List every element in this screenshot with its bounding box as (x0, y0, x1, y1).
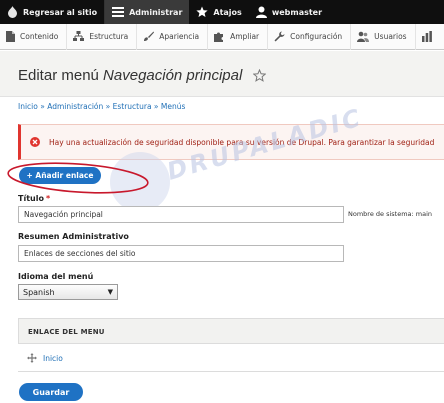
error-icon (30, 137, 40, 147)
machine-name: Nombre de sistema: main (348, 210, 433, 218)
title-input[interactable]: Navegación principal (18, 206, 344, 223)
tray-item-label: Ampliar (230, 32, 260, 41)
puzzle-icon (214, 32, 224, 42)
tray-item-label: Usuarios (374, 32, 407, 41)
tray-item-more[interactable] (416, 24, 444, 50)
security-warning-text: Hay una actualización de seguridad dispo… (49, 138, 435, 147)
required-marker: * (45, 194, 51, 203)
tray-item-label: Configuración (290, 32, 343, 41)
chart-icon (421, 31, 432, 42)
page-title-menu-name: Navegación principal (103, 67, 243, 84)
language-select[interactable]: Spanish ▼ (18, 284, 118, 300)
paintbrush-icon (144, 31, 155, 41)
shortcuts-label: Atajos (213, 7, 242, 17)
user-icon (255, 6, 267, 18)
shortcut-star-icon[interactable] (253, 69, 266, 82)
security-warning-message: Hay una actualización de seguridad dispo… (18, 124, 444, 160)
save-button[interactable]: Guardar (19, 383, 83, 401)
admin-toolbar: Regresar al sitio Administrar Atajos web… (0, 0, 444, 24)
title-input-value: Navegación principal (24, 210, 103, 219)
add-link-button[interactable]: + Añadir enlace (19, 167, 101, 184)
file-icon (6, 31, 15, 42)
summary-input[interactable]: Enlaces de secciones del sitio (18, 245, 344, 262)
back-to-site-link[interactable]: Regresar al sitio (0, 0, 104, 24)
shortcuts-tab[interactable]: Atajos (189, 0, 248, 24)
drupal-logo-icon (8, 6, 17, 18)
user-tab[interactable]: webmaster (249, 0, 329, 24)
tray-item-label: Contenido (20, 32, 59, 41)
menu-link-home[interactable]: Inicio (43, 354, 63, 363)
column-header-menu-link: ENLACE DEL MENU (28, 328, 105, 336)
manage-label: Administrar (129, 7, 183, 17)
tray-item-configuration[interactable]: Configuración (268, 23, 352, 50)
tray-item-extend[interactable]: Ampliar (208, 23, 269, 50)
page-header: Editar menú Navegación principal (0, 51, 444, 97)
admin-tray: Contenido Estructura Apariencia Ampliar … (0, 23, 444, 50)
back-to-site-label: Regresar al sitio (23, 7, 98, 17)
tray-item-label: Estructura (89, 32, 129, 41)
chevron-down-icon: ▼ (107, 288, 113, 296)
people-icon (357, 31, 370, 42)
summary-label: Resumen Administrativo (18, 232, 129, 241)
breadcrumb[interactable]: Inicio » Administración » Estructura » M… (18, 102, 185, 111)
page-title-prefix: Editar menú (18, 67, 104, 84)
structure-icon (73, 31, 85, 41)
page-title: Editar menú Navegación principal (18, 67, 242, 84)
wrench-icon (274, 31, 285, 42)
star-icon (196, 6, 208, 17)
user-label: webmaster (271, 7, 323, 17)
language-label: Idioma del menú (18, 272, 94, 281)
tray-item-appearance[interactable]: Apariencia (137, 23, 209, 50)
manage-tab[interactable]: Administrar (105, 0, 190, 24)
tray-item-people[interactable]: Usuarios (351, 23, 416, 50)
drag-handle-icon[interactable] (27, 353, 37, 363)
tray-item-structure[interactable]: Estructura (67, 23, 138, 50)
hamburger-menu-icon (112, 7, 125, 17)
summary-input-value: Enlaces de secciones del sitio (24, 249, 136, 258)
tray-item-label: Apariencia (159, 32, 200, 41)
title-label: Título * (18, 194, 51, 203)
language-select-value: Spanish (23, 287, 55, 297)
tray-item-content[interactable]: Contenido (0, 23, 68, 50)
menu-links-table-header: ENLACE DEL MENU (18, 318, 444, 344)
table-row: Inicio (18, 344, 444, 372)
